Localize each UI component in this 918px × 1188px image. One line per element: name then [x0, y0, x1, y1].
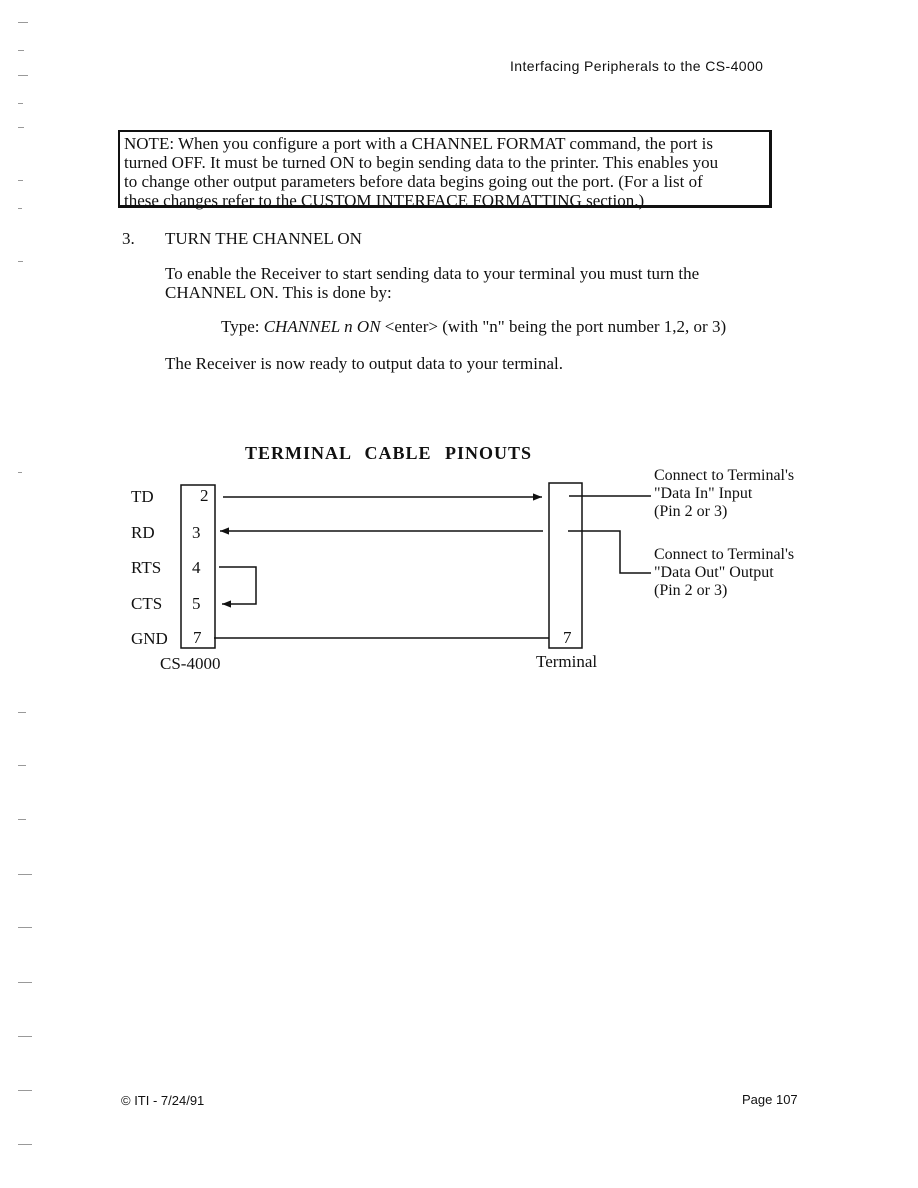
step-title: TURN THE CHANNEL ON [165, 229, 362, 248]
note-line: "Data Out" Output [654, 564, 774, 581]
running-header: Interfacing Peripherals to the CS-4000 [510, 58, 764, 74]
note-line: NOTE: When you configure a port with a C… [124, 134, 713, 153]
page-number: Page 107 [742, 1092, 798, 1107]
note-line: (Pin 2 or 3) [654, 582, 728, 599]
terminal-pin-number: 7 [563, 628, 572, 647]
step-paragraph: To enable the Receiver to start sending … [165, 264, 699, 302]
signal-label-td: TD [131, 487, 154, 506]
type-instruction: Type: CHANNEL n ON <enter> (with "n" bei… [221, 317, 726, 337]
data-out-note: Connect to Terminal's "Data Out" Output … [654, 546, 794, 600]
note-line: turned OFF. It must be turned ON to begi… [124, 153, 719, 172]
type-prefix: Type: [221, 317, 264, 336]
note-line: "Data In" Input [654, 485, 753, 502]
cs4000-connector-label: CS-4000 [160, 654, 221, 673]
footer-copyright: © ITI - 7/24/91 [121, 1093, 205, 1108]
signal-label-cts: CTS [131, 594, 163, 613]
type-command: CHANNEL n ON [263, 317, 381, 336]
signal-label-rts: RTS [131, 558, 162, 577]
note-box: NOTE: When you configure a port with a C… [118, 130, 772, 210]
step-number: 3. [122, 229, 135, 248]
note-line: (Pin 2 or 3) [654, 503, 728, 520]
pin-number: 5 [192, 594, 201, 613]
data-out-lead [568, 530, 651, 574]
paragraph-line: To enable the Receiver to start sending … [165, 264, 700, 283]
rts-cts-loopback [219, 566, 257, 608]
signal-label-rd: RD [131, 523, 155, 542]
closing-paragraph: The Receiver is now ready to output data… [165, 354, 563, 373]
pin-number: 2 [200, 486, 209, 505]
pin-number: 3 [192, 523, 201, 542]
type-suffix: <enter> (with "n" being the port number … [380, 317, 727, 336]
signal-label-gnd: GND [131, 629, 168, 648]
pin-number: 7 [193, 628, 202, 647]
paragraph-line: CHANNEL ON. This is done by: [165, 283, 392, 302]
note-line: to change other output parameters before… [124, 172, 703, 191]
diagram-title: TERMINAL CABLE PINOUTS [245, 443, 533, 463]
terminal-connector [548, 482, 583, 649]
note-line: Connect to Terminal's [654, 546, 795, 563]
note-line: Connect to Terminal's [654, 467, 795, 484]
data-in-note: Connect to Terminal's "Data In" Input (P… [654, 467, 794, 521]
terminal-connector-label: Terminal [536, 652, 598, 671]
pin-number: 4 [192, 558, 201, 577]
note-line: these changes refer to the CUSTOM INTERF… [124, 191, 645, 210]
